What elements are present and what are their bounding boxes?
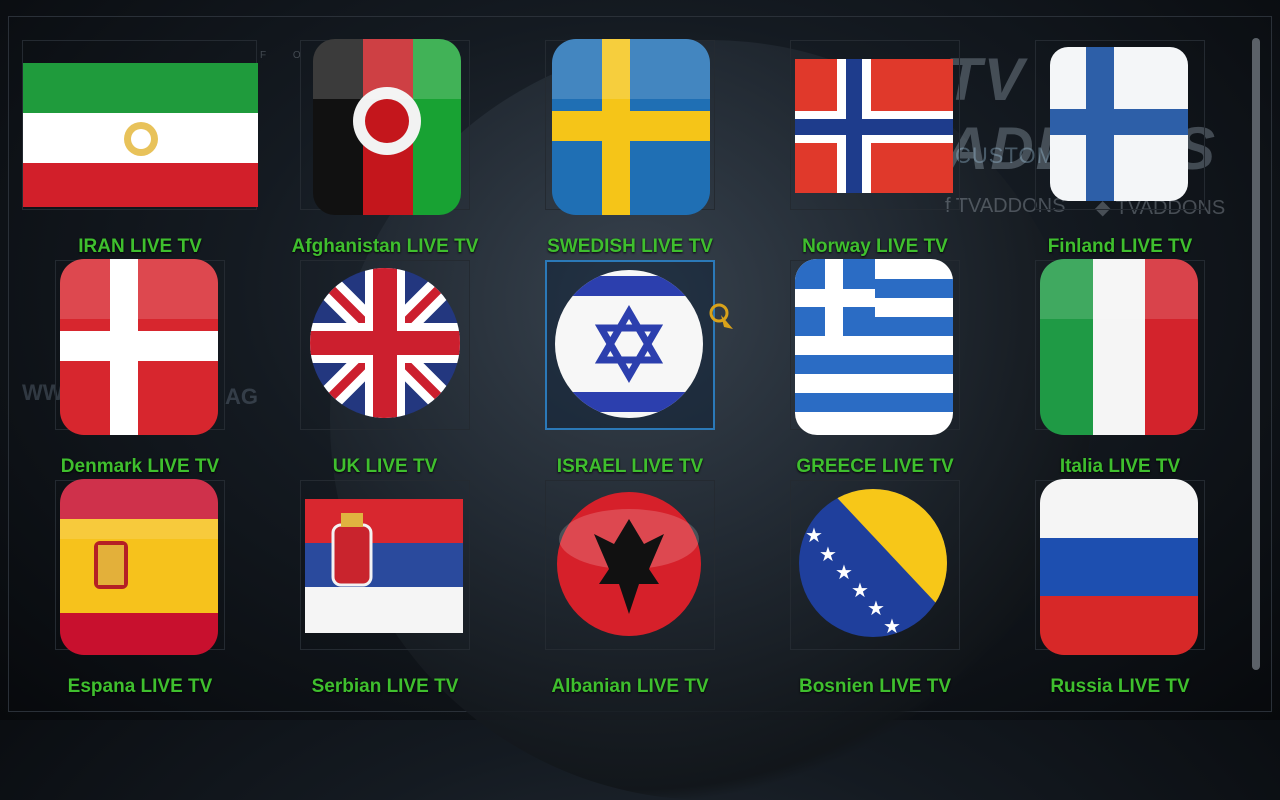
tile-label: Bosnien LIVE TV <box>798 676 952 697</box>
tile-label: Serbian LIVE TV <box>311 676 459 697</box>
channel-tile-finland[interactable]: Finland LIVE TV <box>980 28 1225 257</box>
tile-label: Espana LIVE TV <box>67 676 213 697</box>
flag-frame <box>545 480 715 650</box>
flag-frame <box>300 260 470 430</box>
greece-flag-icon <box>795 259 953 435</box>
channel-tile-iran[interactable]: IRAN LIVE TV <box>0 28 258 257</box>
flag-frame <box>55 479 225 655</box>
channel-tile-bosnia[interactable]: ★ ★ ★ ★ ★ ★ Bosnien LIVE TV <box>735 468 980 697</box>
channel-tile-israel[interactable]: ISRAEL LIVE TV <box>490 248 735 477</box>
italy-flag-icon <box>1040 259 1198 435</box>
channel-tile-afghanistan[interactable]: Afghanistan LIVE TV <box>245 28 490 257</box>
flag-frame <box>545 260 733 430</box>
flag-frame: ★ ★ ★ ★ ★ ★ <box>790 480 960 650</box>
channel-tile-denmark[interactable]: Denmark LIVE TV <box>0 248 245 477</box>
tile-label: Russia LIVE TV <box>1050 676 1190 697</box>
norway-flag-icon <box>795 59 953 193</box>
spain-flag-icon <box>60 479 218 655</box>
finland-flag-icon <box>1050 47 1188 201</box>
albania-flag-icon <box>557 492 701 636</box>
channel-tile-italy[interactable]: Italia LIVE TV <box>980 248 1225 477</box>
flag-frame <box>1035 40 1205 210</box>
scrollbar-thumb[interactable] <box>1252 38 1260 670</box>
uk-flag-icon <box>310 268 460 418</box>
channel-tile-greece[interactable]: GREECE LIVE TV <box>735 248 980 477</box>
channel-tile-albania[interactable]: Albanian LIVE TV <box>490 468 735 697</box>
flag-frame <box>300 480 470 650</box>
afghanistan-flag-icon <box>313 39 461 215</box>
serbia-flag-icon <box>305 499 463 633</box>
channel-tile-serbia[interactable]: Serbian LIVE TV <box>245 468 490 697</box>
flag-frame <box>22 40 258 210</box>
israel-flag-icon <box>555 270 703 418</box>
flag-frame <box>55 259 225 435</box>
iran-flag-icon <box>23 63 258 207</box>
svg-text:★: ★ <box>883 614 901 638</box>
flag-frame <box>545 39 715 215</box>
flag-frame <box>300 39 470 215</box>
flag-frame <box>1035 479 1205 655</box>
sweden-flag-icon <box>552 39 710 215</box>
russia-flag-icon <box>1040 479 1198 655</box>
bosnia-flag-icon: ★ ★ ★ ★ ★ ★ <box>799 489 947 638</box>
tile-label: Albanian LIVE TV <box>551 676 709 697</box>
scrollbar[interactable] <box>1252 38 1260 670</box>
channel-tile-spain[interactable]: Espana LIVE TV <box>0 468 245 697</box>
denmark-flag-icon <box>60 259 218 435</box>
channel-tile-sweden[interactable]: SWEDISH LIVE TV <box>490 28 735 257</box>
channel-tile-russia[interactable]: Russia LIVE TV <box>980 468 1225 697</box>
flag-frame <box>790 259 960 435</box>
flag-frame <box>790 40 960 210</box>
channel-tile-uk[interactable]: UK LIVE TV <box>245 248 490 477</box>
channel-tile-norway[interactable]: Norway LIVE TV <box>735 28 980 257</box>
flag-frame <box>1035 259 1205 435</box>
